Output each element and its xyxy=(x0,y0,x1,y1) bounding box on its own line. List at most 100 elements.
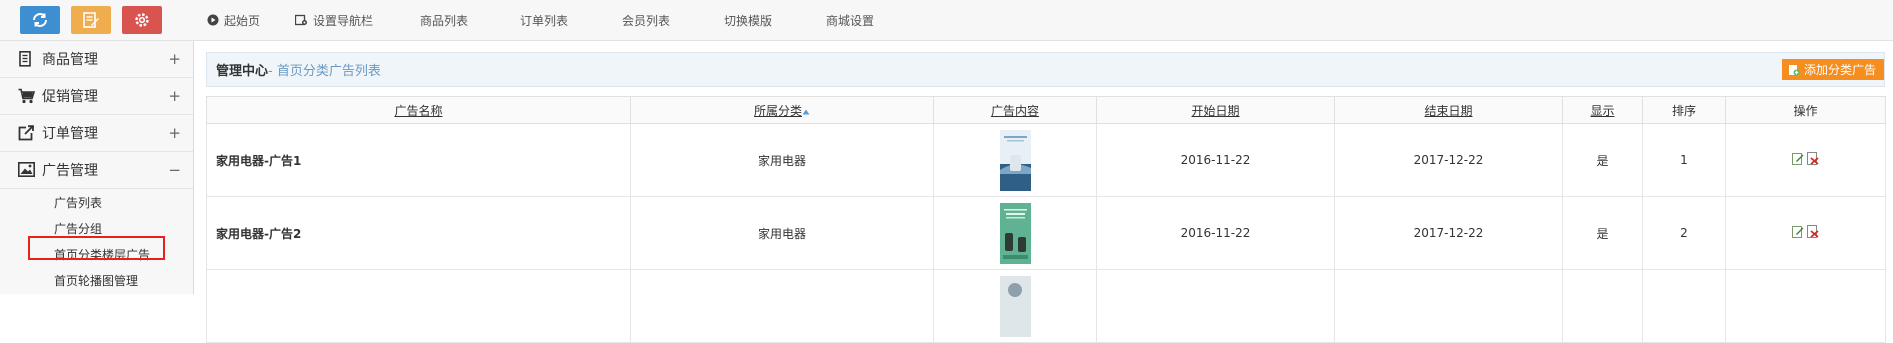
col-actions: 操作 xyxy=(1725,96,1886,124)
ad-category: 家用电器 xyxy=(630,196,934,270)
topnav-label: 订单列表 xyxy=(520,13,569,28)
play-circle-icon xyxy=(207,14,219,26)
cart-icon xyxy=(18,88,36,107)
edit-icon[interactable] xyxy=(1792,152,1804,165)
ad-thumbnail[interactable] xyxy=(999,202,1031,264)
topnav-switch-template[interactable]: 切换模版 xyxy=(724,0,826,40)
table-row xyxy=(206,269,1886,343)
collapse-icon: − xyxy=(168,161,181,179)
edit-icon[interactable] xyxy=(1792,225,1804,238)
add-category-ad-button[interactable]: 添加分类广告 xyxy=(1781,59,1884,80)
ad-sort: 2 xyxy=(1642,196,1726,270)
topnav-mall-settings[interactable]: 商城设置 xyxy=(826,0,920,40)
topnav-order-list[interactable]: 订单列表 xyxy=(520,0,622,40)
topnav-label: 商品列表 xyxy=(420,13,469,28)
sidebar-group-promotions[interactable]: 促销管理 + xyxy=(0,78,193,115)
sidebar-item-label: 首页轮播图管理 xyxy=(54,273,139,288)
sort-link[interactable]: 所属分类 xyxy=(754,104,802,118)
refresh-button[interactable] xyxy=(20,6,60,34)
expand-icon: + xyxy=(168,87,181,105)
ad-start-date xyxy=(1096,269,1335,343)
ad-sort: 1 xyxy=(1642,123,1726,197)
ad-content xyxy=(933,269,1097,343)
sidebar-group-label: 订单管理 xyxy=(42,126,98,142)
sidebar-group-orders[interactable]: 订单管理 + xyxy=(0,115,193,152)
sort-link[interactable]: 开始日期 xyxy=(1191,104,1239,118)
topnav-product-list[interactable]: 商品列表 xyxy=(420,0,520,40)
share-box-icon xyxy=(18,125,34,144)
col-show[interactable]: 显示 xyxy=(1562,96,1643,124)
sort-asc-icon xyxy=(802,109,810,114)
sidebar-item-label: 广告分组 xyxy=(54,221,103,236)
ad-name: 家用电器-广告1 xyxy=(206,123,631,197)
top-navigation: 起始页 设置导航栏 商品列表 订单列表 会员列表 切换模版 商城设置 xyxy=(207,0,920,40)
delete-icon[interactable] xyxy=(1807,152,1819,165)
topnav-home[interactable]: 起始页 xyxy=(207,0,295,40)
settings-button[interactable] xyxy=(122,6,162,34)
ad-show: 是 xyxy=(1562,123,1643,197)
ad-category: 家用电器 xyxy=(630,123,934,197)
edit-note-icon xyxy=(83,12,99,28)
topnav-member-list[interactable]: 会员列表 xyxy=(622,0,724,40)
ad-end-date: 2017-12-22 xyxy=(1334,123,1563,197)
sidebar-group-label: 促销管理 xyxy=(42,89,98,105)
topnav-set-navbar[interactable]: 设置导航栏 xyxy=(295,0,420,40)
col-ad-name[interactable]: 广告名称 xyxy=(206,96,631,124)
table-row: 家用电器-广告2 家用电器 2016-11-22 2017-12-22 是 2 xyxy=(206,196,1886,270)
settings-nav-icon xyxy=(295,14,308,26)
breadcrumb-subtitle: - 首页分类广告列表 xyxy=(268,64,381,79)
ad-start-date: 2016-11-22 xyxy=(1096,123,1335,197)
sidebar-item-label: 广告列表 xyxy=(54,195,103,210)
settings-icon xyxy=(135,13,149,27)
topnav-label: 设置导航栏 xyxy=(313,13,374,28)
expand-icon: + xyxy=(168,50,181,68)
ad-thumbnail[interactable] xyxy=(999,275,1031,337)
ad-content xyxy=(933,196,1097,270)
topnav-label: 商城设置 xyxy=(826,13,875,28)
sidebar-item-ad-list[interactable]: 广告列表 xyxy=(0,189,193,215)
sidebar-group-label: 广告管理 xyxy=(42,163,98,179)
topnav-label: 起始页 xyxy=(224,13,261,28)
sidebar-group-products[interactable]: 商品管理 + xyxy=(0,41,193,78)
col-start-date[interactable]: 开始日期 xyxy=(1096,96,1335,124)
delete-icon[interactable] xyxy=(1807,225,1819,238)
col-end-date[interactable]: 结束日期 xyxy=(1334,96,1563,124)
ad-category xyxy=(630,269,934,343)
sort-link[interactable]: 显示 xyxy=(1590,104,1614,118)
ad-name xyxy=(206,269,631,343)
ad-end-date xyxy=(1334,269,1563,343)
highlight-box xyxy=(28,236,165,260)
table-row: 家用电器-广告1 家用电器 2016-11-22 2017-12-22 是 1 xyxy=(206,123,1886,197)
page-header: 管理中心 - 首页分类广告列表 添加分类广告 xyxy=(206,52,1885,87)
table-header-row: 广告名称 所属分类 广告内容 开始日期 结束日期 显示 排序 操作 xyxy=(206,96,1886,124)
sort-link[interactable]: 广告名称 xyxy=(394,104,442,118)
main-content: 管理中心 - 首页分类广告列表 添加分类广告 广告名称 所属分类 广告内容 开始… xyxy=(206,52,1886,343)
ad-end-date: 2017-12-22 xyxy=(1334,196,1563,270)
sidebar-item-home-carousel[interactable]: 首页轮播图管理 xyxy=(0,267,193,293)
document-icon xyxy=(18,51,33,70)
add-button-label: 添加分类广告 xyxy=(1803,63,1876,77)
sort-link[interactable]: 广告内容 xyxy=(991,104,1039,118)
edit-note-button[interactable] xyxy=(71,6,111,34)
ad-show xyxy=(1562,269,1643,343)
ads-table: 广告名称 所属分类 广告内容 开始日期 结束日期 显示 排序 操作 家用电器-广… xyxy=(206,96,1886,343)
col-category[interactable]: 所属分类 xyxy=(630,96,934,124)
ad-thumbnail[interactable] xyxy=(999,129,1031,191)
breadcrumb-title: 管理中心 xyxy=(216,64,269,79)
ad-actions xyxy=(1725,123,1886,197)
ad-sort xyxy=(1642,269,1726,343)
topnav-label: 会员列表 xyxy=(622,13,671,28)
ad-name: 家用电器-广告2 xyxy=(206,196,631,270)
add-icon xyxy=(1788,64,1800,75)
ad-show: 是 xyxy=(1562,196,1643,270)
col-sort: 排序 xyxy=(1642,96,1726,124)
ad-actions xyxy=(1725,196,1886,270)
sidebar-group-ads[interactable]: 广告管理 − xyxy=(0,152,193,189)
image-icon xyxy=(18,162,35,180)
ad-start-date: 2016-11-22 xyxy=(1096,196,1335,270)
sort-link[interactable]: 结束日期 xyxy=(1424,104,1472,118)
col-ad-content[interactable]: 广告内容 xyxy=(933,96,1097,124)
expand-icon: + xyxy=(168,124,181,142)
topnav-label: 切换模版 xyxy=(724,13,773,28)
ad-actions xyxy=(1725,269,1886,343)
